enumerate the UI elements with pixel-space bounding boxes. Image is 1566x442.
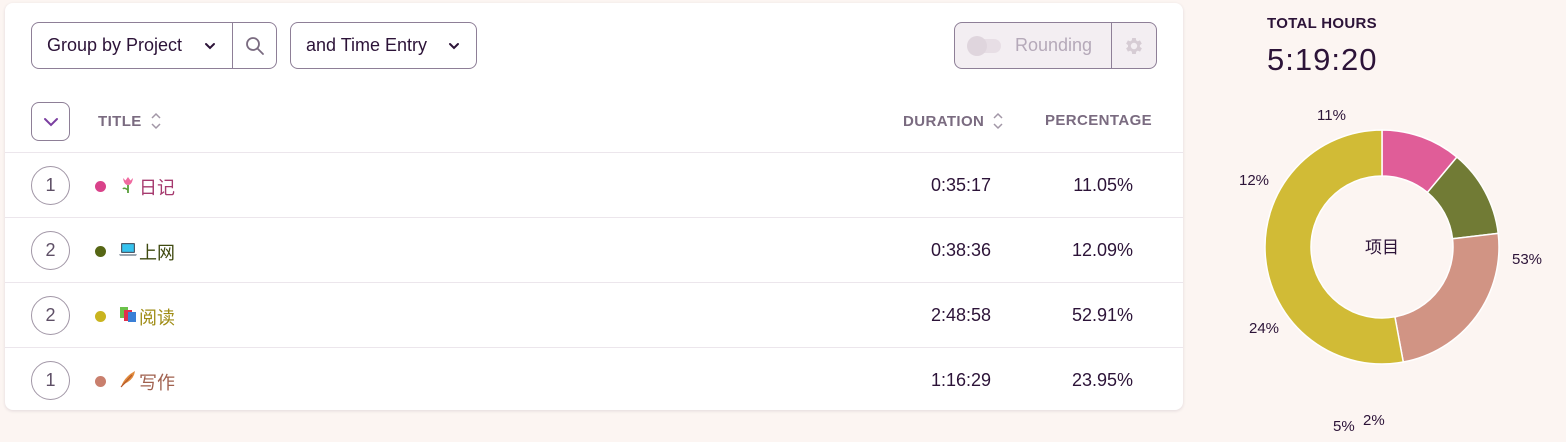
title-header-label: TITLE — [98, 112, 142, 130]
slice-label: 11% — [1317, 107, 1346, 124]
feather-icon — [120, 371, 135, 388]
chevron-down-icon — [43, 117, 58, 126]
project-color-dot — [95, 311, 106, 322]
percentage-header-label: PERCENTAGE — [1045, 112, 1153, 129]
chevron-down-icon — [449, 42, 459, 49]
duration-value: 1:16:29 — [930, 370, 991, 390]
slice-label: 53% — [1512, 251, 1543, 268]
sort-icon — [993, 112, 1003, 130]
table-row[interactable]: 1 写作 1:16:29 23.95% — [5, 348, 1183, 413]
entry-count-badge[interactable]: 2 — [31, 231, 70, 270]
gear-icon — [1126, 37, 1142, 54]
project-donut-chart: 项目 — [1264, 129, 1500, 365]
column-header-title[interactable]: TITLE — [98, 112, 161, 130]
project-title[interactable]: 写作 — [139, 369, 175, 395]
sub-group-label: and Time Entry — [306, 35, 428, 55]
percentage-value: 52.91% — [1071, 305, 1133, 325]
column-header-duration[interactable]: DURATION — [903, 112, 1003, 130]
slice-label: 5% — [1333, 418, 1355, 435]
search-button[interactable] — [233, 23, 276, 68]
collapse-all-button[interactable] — [31, 102, 70, 141]
table-row[interactable]: 2 上网 0:38:36 12.09% — [5, 218, 1183, 283]
group-by-label: Group by Project — [47, 35, 183, 55]
donut-slice-3[interactable] — [1394, 232, 1500, 363]
percentage-value: 23.95% — [1071, 370, 1133, 390]
percentage-value: 11.05% — [1073, 175, 1133, 195]
entry-count-badge[interactable]: 1 — [31, 166, 70, 205]
duration-value: 0:35:17 — [930, 175, 991, 195]
rounding-toggle[interactable]: Rounding — [955, 23, 1112, 68]
sub-group-select[interactable]: and Time Entry — [290, 22, 477, 69]
slice-label: 2% — [1363, 412, 1385, 429]
chevron-down-icon — [205, 42, 215, 49]
duration-header-label: DURATION — [903, 112, 985, 130]
table-row[interactable]: 2 阅读 2:48:58 52.91% — [5, 283, 1183, 348]
percentage-value: 12.09% — [1071, 240, 1133, 260]
rounding-control[interactable]: Rounding — [954, 22, 1157, 69]
total-hours-value: 5:19:20 — [1267, 42, 1378, 77]
project-title[interactable]: 阅读 — [139, 304, 175, 330]
project-color-dot — [95, 246, 106, 257]
toggle-switch[interactable] — [967, 35, 1001, 56]
search-icon — [245, 36, 264, 55]
rounding-label: Rounding — [1015, 35, 1093, 55]
sort-icon — [151, 112, 161, 130]
books-icon — [120, 307, 136, 322]
slice-label: 24% — [1249, 320, 1280, 337]
toggle-knob — [967, 35, 987, 56]
project-title[interactable]: 上网 — [139, 239, 175, 265]
group-by-dropdown[interactable]: Group by Project — [32, 23, 233, 68]
group-by-select[interactable]: Group by Project — [31, 22, 277, 69]
total-hours-label: TOTAL HOURS — [1267, 15, 1377, 32]
project-color-dot — [95, 376, 106, 387]
donut-center-label: 项目 — [1365, 238, 1399, 258]
tulip-icon — [122, 177, 133, 193]
duration-value: 0:38:36 — [930, 240, 991, 260]
project-title[interactable]: 日记 — [139, 174, 175, 200]
duration-value: 2:48:58 — [930, 305, 991, 325]
table-row[interactable]: 1 日记 0:35:17 11.05% — [5, 153, 1183, 218]
laptop-icon — [119, 243, 137, 256]
entry-count-badge[interactable]: 2 — [31, 296, 70, 335]
entry-count-badge[interactable]: 1 — [31, 361, 70, 400]
column-header-percentage: PERCENTAGE — [1045, 112, 1152, 129]
slice-label: 12% — [1239, 172, 1270, 189]
project-color-dot — [95, 181, 106, 192]
rounding-settings-button[interactable] — [1112, 23, 1156, 68]
